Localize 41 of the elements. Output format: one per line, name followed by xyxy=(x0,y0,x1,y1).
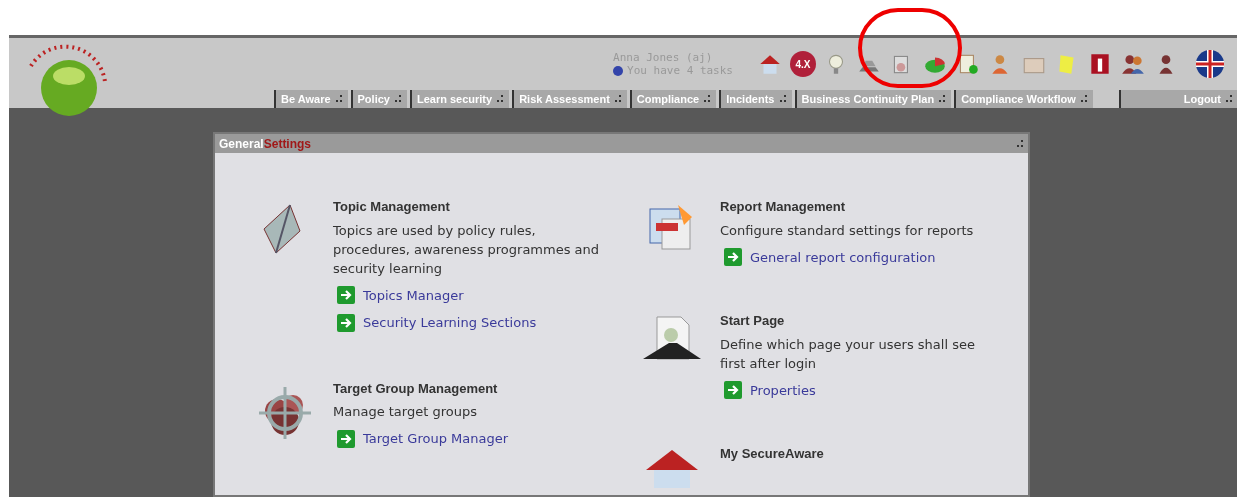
logout-button[interactable]: Logout xyxy=(1118,90,1237,108)
nav-tab[interactable]: Learn security xyxy=(409,90,510,108)
grip-icon xyxy=(334,95,343,103)
section-description: Configure standard settings for reports xyxy=(720,221,975,240)
section-title: My SecureAware xyxy=(720,445,824,463)
section-title: Start Page xyxy=(720,312,786,330)
grip-icon xyxy=(496,95,505,103)
nav-tab[interactable]: Compliance Workflow xyxy=(954,90,1093,108)
grip-icon xyxy=(703,95,712,103)
section-title: Target Group Management xyxy=(333,379,499,398)
nav-tab[interactable]: Business Continuity Plan xyxy=(794,90,952,108)
flag-icon[interactable] xyxy=(1195,49,1225,79)
grip-icon xyxy=(938,95,947,103)
nav-tab[interactable]: Policy xyxy=(350,90,407,108)
version-badge[interactable]: 4.X xyxy=(790,51,816,77)
section-link[interactable]: Security Learning Sections xyxy=(363,313,537,333)
nav-tab[interactable]: Risk Assessment xyxy=(512,90,627,108)
section-link[interactable]: Target Group Manager xyxy=(363,429,509,449)
section-title: Topic Management xyxy=(333,198,451,216)
nav-tab[interactable]: Incidents xyxy=(719,90,792,108)
arrow-right-icon xyxy=(724,248,742,267)
section-link[interactable]: Topics Manager xyxy=(363,285,464,305)
grip-icon xyxy=(613,95,622,103)
arrow-right-icon xyxy=(337,429,355,448)
arrow-right-icon xyxy=(337,286,355,305)
section-description: Define which page your users shall see first after login xyxy=(720,335,976,373)
nav-tab[interactable]: Be Aware xyxy=(274,90,348,108)
arrow-right-icon xyxy=(337,313,355,332)
section-description: Manage target groups xyxy=(333,403,478,421)
grip-icon xyxy=(1225,95,1233,103)
section-title: Report Management xyxy=(720,198,846,216)
section-link[interactable]: General report configuration xyxy=(750,247,936,267)
section-link[interactable]: Properties xyxy=(750,380,816,400)
grip-icon xyxy=(393,95,402,103)
panel-title: GeneralSettings xyxy=(219,135,312,153)
grip-icon xyxy=(1016,139,1024,148)
grip-icon xyxy=(778,95,787,103)
grip-icon xyxy=(1079,95,1088,103)
arrow-right-icon xyxy=(724,381,742,400)
nav-tab[interactable]: Compliance xyxy=(629,90,717,108)
section-description: Topics are used by policy rules, procedures, awareness programmes and security learning xyxy=(333,221,601,278)
